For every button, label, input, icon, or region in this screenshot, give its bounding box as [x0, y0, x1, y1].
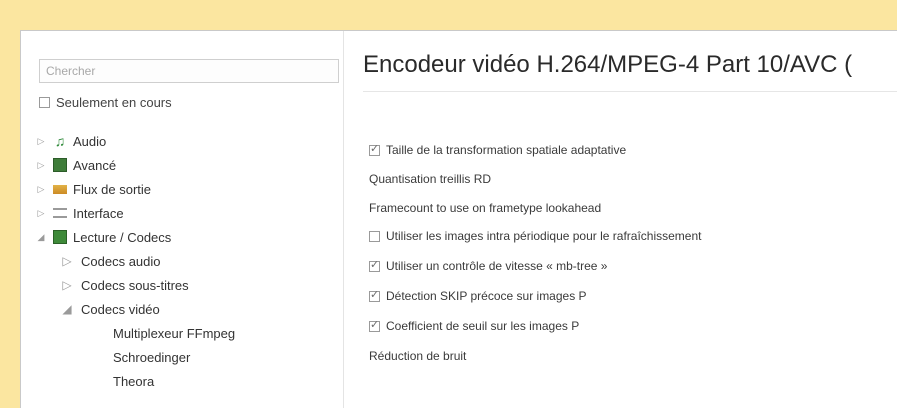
- tree-item-advanced[interactable]: ▷ Avancé: [35, 153, 335, 177]
- tree-item-schroedinger[interactable]: Schroedinger: [35, 345, 335, 369]
- tree-item-label: Flux de sortie: [73, 181, 152, 197]
- tree-item-label: Interface: [73, 205, 124, 221]
- output-stream-icon: [53, 184, 67, 194]
- option-periodic-intra-refresh[interactable]: Utiliser les images intra périodique pou…: [369, 229, 701, 243]
- only-current-checkbox[interactable]: Seulement en cours: [39, 95, 172, 110]
- expand-arrow-icon[interactable]: ▷: [35, 208, 47, 219]
- preferences-window: Chercher Seulement en cours ▷ ♫ Audio ▷ …: [20, 30, 897, 408]
- checkbox-icon[interactable]: [369, 230, 380, 242]
- tree-item-label: Codecs vidéo: [81, 301, 160, 317]
- title-divider: [363, 91, 897, 92]
- tree-item-audio[interactable]: ▷ ♫ Audio: [35, 129, 335, 153]
- settings-panel: Encodeur vidéo H.264/MPEG-4 Part 10/AVC …: [353, 31, 897, 408]
- tree-item-theora[interactable]: Theora: [35, 369, 335, 393]
- advanced-icon: [53, 158, 67, 172]
- option-fast-pskip[interactable]: Détection SKIP précoce sur images P: [369, 288, 587, 303]
- expand-arrow-icon[interactable]: ▷: [35, 184, 47, 195]
- settings-tree: ▷ ♫ Audio ▷ Avancé ▷ Flux de sortie ▷ In…: [35, 129, 335, 393]
- checkbox-icon[interactable]: [39, 97, 50, 108]
- tree-item-audio-codecs[interactable]: ▷ Codecs audio: [35, 249, 335, 273]
- tree-item-label: Theora: [113, 373, 155, 389]
- option-label: Utiliser un contrôle de vitesse « mb-tre…: [386, 259, 608, 273]
- option-label: Quantisation treillis RD: [369, 172, 492, 186]
- collapse-arrow-icon[interactable]: ◢: [35, 232, 47, 243]
- page-title: Encodeur vidéo H.264/MPEG-4 Part 10/AVC …: [363, 51, 853, 78]
- option-trellis-quantization: Quantisation treillis RD: [369, 172, 491, 186]
- checkbox-checked-icon[interactable]: [369, 288, 380, 302]
- interface-icon: [53, 208, 67, 218]
- checkbox-checked-icon[interactable]: [369, 318, 380, 332]
- tree-item-label: Multiplexeur FFmpeg: [113, 325, 236, 341]
- tree-item-interface[interactable]: ▷ Interface: [35, 201, 335, 225]
- option-label: Taille de la transformation spatiale ada…: [386, 143, 627, 157]
- option-label: Coefficient de seuil sur les images P: [386, 319, 580, 333]
- codecs-icon: [53, 230, 67, 244]
- only-current-label: Seulement en cours: [56, 95, 172, 110]
- option-label: Réduction de bruit: [369, 349, 467, 363]
- tree-item-subtitle-codecs[interactable]: ▷ Codecs sous-titres: [35, 273, 335, 297]
- option-mb-tree[interactable]: Utiliser un contrôle de vitesse « mb-tre…: [369, 258, 608, 273]
- checkbox-checked-icon[interactable]: [369, 258, 380, 272]
- tree-item-label: Codecs audio: [81, 253, 161, 269]
- checkbox-checked-icon[interactable]: [369, 142, 380, 156]
- music-note-icon: ♫: [54, 133, 66, 149]
- tree-item-label: Lecture / Codecs: [73, 229, 172, 245]
- tree-item-label: Avancé: [73, 157, 117, 173]
- tree-item-video-codecs[interactable]: ◢ Codecs vidéo: [35, 297, 335, 321]
- tree-item-output-stream[interactable]: ▷ Flux de sortie: [35, 177, 335, 201]
- collapse-arrow-icon[interactable]: ◢: [61, 302, 73, 316]
- option-adaptive-transform[interactable]: Taille de la transformation spatiale ada…: [369, 142, 627, 157]
- tree-item-ffmpeg-muxer[interactable]: Multiplexeur FFmpeg: [35, 321, 335, 345]
- tree-item-label: Codecs sous-titres: [81, 277, 189, 293]
- tree-item-label: Schroedinger: [113, 349, 191, 365]
- settings-sidebar: Chercher Seulement en cours ▷ ♫ Audio ▷ …: [21, 31, 344, 408]
- expand-arrow-icon[interactable]: ▷: [35, 136, 47, 147]
- expand-arrow-icon[interactable]: ▷: [61, 254, 73, 268]
- option-label: Utiliser les images intra périodique pou…: [386, 229, 702, 243]
- expand-arrow-icon[interactable]: ▷: [61, 278, 73, 292]
- option-noise-reduction: Réduction de bruit: [369, 349, 466, 363]
- tree-item-playback-codecs[interactable]: ◢ Lecture / Codecs: [35, 225, 335, 249]
- search-input[interactable]: Chercher: [39, 59, 339, 83]
- option-dct-decimate[interactable]: Coefficient de seuil sur les images P: [369, 318, 580, 333]
- option-lookahead-framecount: Framecount to use on frametype lookahead: [369, 201, 601, 215]
- option-label: Framecount to use on frametype lookahead: [369, 201, 602, 215]
- expand-arrow-icon[interactable]: ▷: [35, 160, 47, 171]
- tree-item-label: Audio: [73, 133, 107, 149]
- option-label: Détection SKIP précoce sur images P: [386, 289, 587, 303]
